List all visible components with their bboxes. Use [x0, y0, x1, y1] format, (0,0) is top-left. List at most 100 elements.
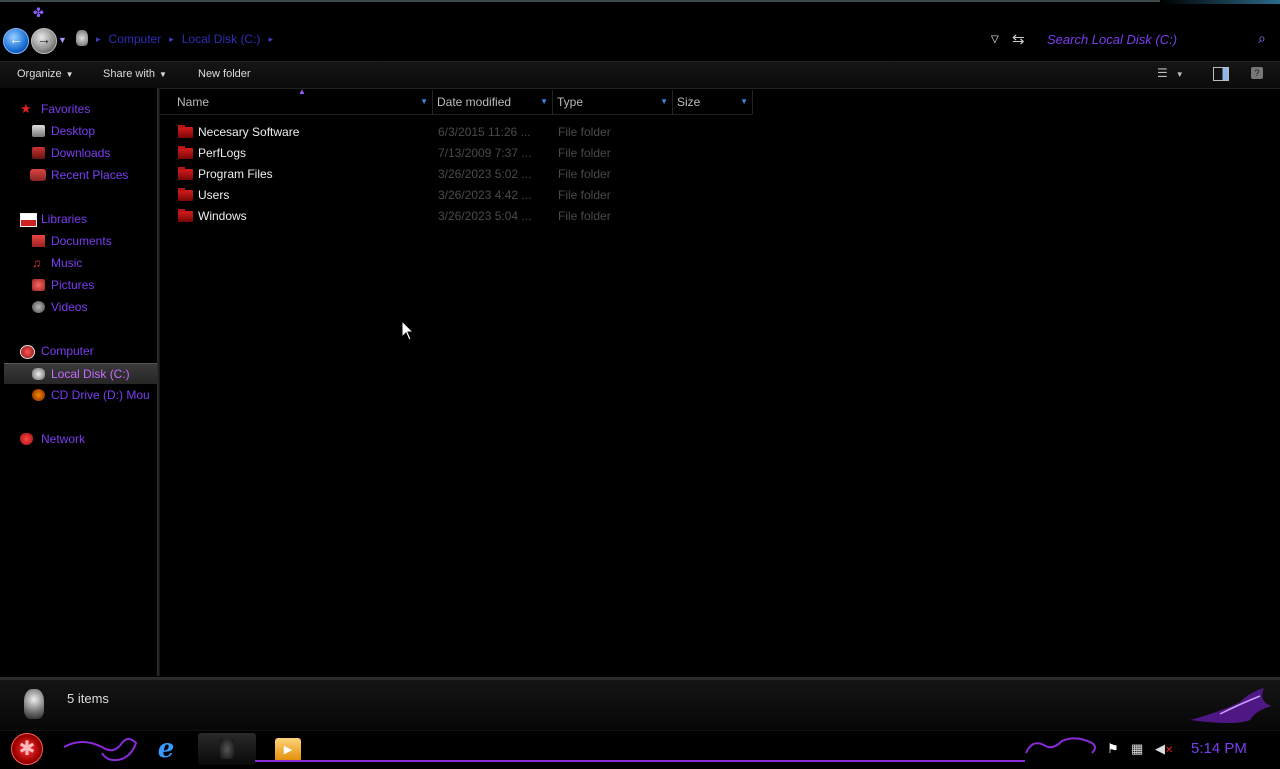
column-headers: Name ▼ Date modified ▼ Type ▼ Size ▼ [160, 90, 753, 115]
file-row[interactable]: Necesary Software 6/3/2015 11:26 ... Fil… [173, 122, 753, 143]
nav-downloads-label: Downloads [51, 146, 111, 160]
nav-desktop[interactable]: Desktop [0, 121, 157, 141]
change-view-button[interactable]: ☰ ▼ [1157, 66, 1195, 84]
chevron-down-icon[interactable]: ▼ [660, 90, 668, 114]
chevron-down-icon[interactable]: ▼ [420, 90, 428, 114]
address-dropdown-icon[interactable]: ▽ [991, 34, 999, 45]
file-name: PerfLogs [198, 146, 247, 160]
chevron-down-icon: ▼ [1175, 70, 1184, 79]
drive-icon [24, 689, 44, 719]
column-header-size[interactable]: Size ▼ [673, 90, 753, 114]
nav-music[interactable]: ♫ Music [0, 253, 157, 273]
share-with-button[interactable]: Share with ▼ [103, 62, 167, 88]
volume-muted-icon[interactable]: ◀✕ [1155, 741, 1173, 757]
nav-documents-label: Documents [51, 234, 112, 248]
column-header-date-modified[interactable]: Date modified ▼ [433, 90, 553, 114]
chevron-down-icon[interactable]: ▼ [740, 90, 748, 114]
documents-icon [32, 235, 45, 247]
chevron-right-icon[interactable]: ▸ [96, 34, 101, 45]
windows-explorer-taskbar-button[interactable] [198, 733, 256, 765]
network-icon [20, 433, 33, 445]
file-name: Necesary Software [198, 125, 300, 139]
drive-icon [32, 368, 45, 380]
column-header-name[interactable]: Name ▼ [173, 90, 433, 114]
breadcrumb-local-disk[interactable]: Local Disk (C:) [182, 32, 261, 46]
internet-explorer-icon[interactable]: e [149, 734, 183, 764]
nav-local-disk[interactable]: Local Disk (C:) [4, 363, 157, 384]
file-row[interactable]: Program Files 3/26/2023 5:02 ... File fo… [173, 164, 753, 185]
headphones-icon: ♫ [32, 256, 41, 270]
file-row[interactable]: PerfLogs 7/13/2009 7:37 ... File folder [173, 143, 753, 164]
navigation-pane: ★ Favorites Desktop Downloads Recent Pla… [0, 88, 157, 676]
nav-downloads[interactable]: Downloads [0, 143, 157, 163]
nav-cd-drive[interactable]: CD Drive (D:) Mou [0, 385, 157, 405]
search-icon[interactable]: ⌕ [1258, 30, 1266, 47]
chevron-down-icon[interactable]: ▼ [540, 90, 548, 114]
search-input[interactable] [1040, 29, 1262, 49]
desktop-icon [32, 125, 45, 137]
nav-recent-places[interactable]: Recent Places [0, 165, 157, 185]
nav-local-disk-label: Local Disk (C:) [51, 367, 130, 381]
taskbar: ✱ e ▶ ⚑ ▦ ◀✕ 5:14 PM [0, 730, 1280, 769]
network-tray-icon[interactable]: ▦ [1131, 741, 1143, 757]
preview-pane-button[interactable] [1213, 67, 1229, 81]
nav-videos[interactable]: Videos [0, 297, 157, 317]
nav-pictures[interactable]: Pictures [0, 275, 157, 295]
folder-icon [178, 188, 193, 201]
organize-button[interactable]: Organize ▼ [17, 62, 74, 88]
file-list: ▲ Name ▼ Date modified ▼ Type ▼ Size ▼ Neces… [160, 87, 1280, 676]
taskbar-clock[interactable]: 5:14 PM [1191, 740, 1247, 757]
file-date-modified: 7/13/2009 7:37 ... [438, 146, 532, 160]
recent-pages-dropdown[interactable]: ▼ [58, 35, 67, 45]
new-folder-button[interactable]: New folder [198, 62, 251, 88]
nav-favorites-label: Favorites [41, 102, 91, 116]
forward-button[interactable]: → [31, 28, 57, 54]
file-row[interactable]: Windows 3/26/2023 5:04 ... File folder [173, 206, 753, 227]
nav-pictures-label: Pictures [51, 278, 95, 292]
file-type: File folder [558, 188, 611, 202]
chevron-right-icon[interactable]: ▸ [169, 34, 174, 45]
chevron-down-icon: ▼ [158, 70, 167, 79]
file-row[interactable]: Users 3/26/2023 4:42 ... File folder [173, 185, 753, 206]
file-date-modified: 3/26/2023 5:04 ... [438, 209, 532, 223]
title-bar: ✤ [0, 0, 1280, 22]
column-date-label: Date modified [437, 95, 512, 109]
file-type: File folder [558, 209, 611, 223]
back-arrow-icon: ← [9, 31, 23, 47]
star-icon: ★ [20, 101, 32, 116]
start-button[interactable]: ✱ [11, 733, 43, 765]
nav-favorites[interactable]: ★ Favorites [0, 99, 157, 119]
swirl-decoration-icon [63, 738, 138, 762]
downloads-icon [32, 147, 45, 159]
media-player-icon[interactable]: ▶ [275, 738, 301, 762]
nav-network[interactable]: Network [0, 429, 157, 449]
cd-drive-icon [32, 389, 45, 401]
file-type: File folder [558, 125, 611, 139]
back-button[interactable]: ← [3, 28, 29, 54]
swirl-decoration-icon [1025, 737, 1096, 754]
nav-documents[interactable]: Documents [0, 231, 157, 251]
breadcrumb-computer[interactable]: Computer [109, 32, 162, 46]
command-bar: Organize ▼ Share with ▼ New folder ☰ ▼ ? [0, 61, 1280, 89]
file-name: Users [198, 188, 230, 202]
breadcrumb[interactable]: ▸ Computer ▸ Local Disk (C:) ▸ [96, 30, 273, 48]
pictures-icon [32, 279, 45, 291]
nav-cd-drive-label: CD Drive (D:) Mou [51, 388, 150, 402]
chevron-right-icon[interactable]: ▸ [268, 34, 273, 45]
action-center-flag-icon[interactable]: ⚑ [1107, 741, 1119, 757]
nav-computer-label: Computer [41, 344, 94, 358]
nav-recent-places-label: Recent Places [51, 168, 129, 182]
details-pane: 5 items [0, 677, 1280, 733]
file-date-modified: 6/3/2015 11:26 ... [438, 125, 531, 139]
column-header-type[interactable]: Type ▼ [553, 90, 673, 114]
nav-libraries[interactable]: Libraries [0, 209, 157, 229]
file-name: Windows [198, 209, 247, 223]
file-name: Program Files [198, 167, 273, 181]
videos-icon [32, 301, 45, 313]
item-count: 5 items [67, 691, 109, 706]
refresh-icon[interactable]: ⇆ [1012, 30, 1025, 48]
file-type: File folder [558, 167, 611, 181]
help-icon[interactable]: ? [1251, 67, 1263, 79]
nav-computer[interactable]: Computer [0, 341, 157, 361]
folder-icon [178, 125, 193, 138]
